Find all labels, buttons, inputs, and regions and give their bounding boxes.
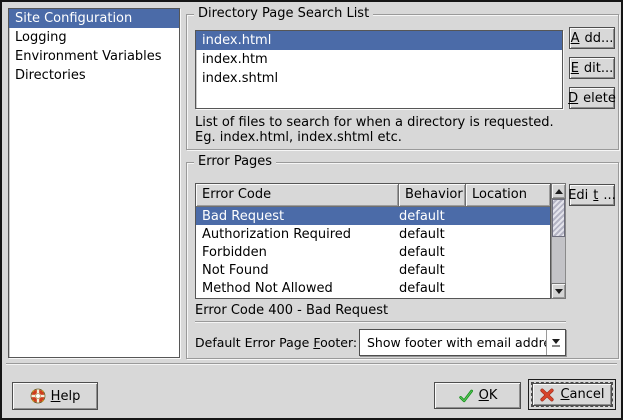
combobox-selected-value: Show footer with email address	[360, 335, 546, 350]
column-header-error-code[interactable]: Error Code	[196, 184, 399, 207]
file-list-description: List of files to search for when a direc…	[195, 115, 554, 145]
dropdown-arrow-icon	[546, 330, 565, 355]
category-list: Site Configuration Logging Environment V…	[8, 8, 180, 358]
help-lifebuoy-icon	[30, 388, 46, 404]
file-item-index-shtml[interactable]: index.shtml	[196, 69, 562, 88]
sidebar-item-directories[interactable]: Directories	[9, 66, 179, 85]
footer-label: Default Error Page Footer:	[195, 329, 357, 356]
scroll-up-arrow-icon	[555, 189, 563, 194]
delete-button[interactable]: Delete	[569, 87, 615, 109]
table-row-method-not-allowed[interactable]: Method Not Allowed default	[196, 280, 550, 298]
error-code-status-text: Error Code 400 - Bad Request	[195, 303, 388, 318]
edit-button[interactable]: Edit...	[569, 57, 615, 79]
cell-behavior: default	[399, 245, 466, 260]
cell-behavior: default	[399, 263, 466, 278]
apache-configuration-dialog: Site Configuration Logging Environment V…	[0, 0, 623, 420]
help-button[interactable]: Help	[12, 382, 98, 410]
directory-file-list: index.html index.htm index.shtml	[195, 30, 563, 109]
sidebar-item-logging[interactable]: Logging	[9, 28, 179, 47]
separator	[6, 363, 617, 365]
edit-error-page-button[interactable]: Edit...	[569, 184, 615, 206]
cell-behavior: default	[399, 281, 466, 296]
scrollbar-thumb[interactable]	[552, 199, 565, 237]
cell-behavior: default	[399, 227, 466, 242]
scroll-down-button[interactable]	[551, 283, 566, 299]
cell-behavior: default	[399, 209, 466, 224]
cancel-x-icon	[539, 387, 555, 403]
table-row-forbidden[interactable]: Forbidden default	[196, 243, 550, 261]
sidebar-item-environment-variables[interactable]: Environment Variables	[9, 47, 179, 66]
footer-combobox[interactable]: Show footer with email address	[359, 329, 566, 356]
cell-error-code: Authorization Required	[196, 227, 399, 242]
table-body: Bad Request default Authorization Requir…	[196, 207, 550, 298]
vertical-scrollbar[interactable]	[551, 183, 566, 299]
table-row-bad-request[interactable]: Bad Request default	[196, 207, 550, 225]
scrollbar-track[interactable]	[551, 199, 566, 283]
file-item-index-html[interactable]: index.html	[196, 31, 562, 50]
error-pages-frame: Error Pages Error Code Behavior Location…	[186, 162, 619, 359]
ok-button[interactable]: OK	[434, 382, 521, 409]
default-button-frame: Cancel	[528, 379, 616, 410]
cell-error-code: Forbidden	[196, 245, 399, 260]
separator	[195, 321, 566, 323]
add-button[interactable]: Add...	[569, 27, 615, 49]
description-line-1: List of files to search for when a direc…	[195, 115, 554, 130]
scroll-down-arrow-icon	[555, 289, 563, 294]
table-row-not-found[interactable]: Not Found default	[196, 262, 550, 280]
cell-error-code: Not Found	[196, 263, 399, 278]
error-pages-table: Error Code Behavior Location Bad Request…	[195, 183, 566, 299]
help-button-label: Help	[51, 389, 81, 404]
cell-error-code: Bad Request	[196, 209, 399, 224]
file-item-index-htm[interactable]: index.htm	[196, 50, 562, 69]
cancel-button-label: Cancel	[560, 387, 604, 402]
table-header-row: Error Code Behavior Location	[196, 184, 550, 207]
frame-title: Error Pages	[194, 154, 276, 170]
error-table-grid: Error Code Behavior Location Bad Request…	[195, 183, 551, 299]
scroll-up-button[interactable]	[551, 183, 566, 199]
cancel-button[interactable]: Cancel	[532, 383, 612, 406]
column-header-behavior[interactable]: Behavior	[399, 184, 466, 207]
cell-error-code: Method Not Allowed	[196, 281, 399, 296]
ok-check-icon	[458, 388, 474, 404]
column-header-location[interactable]: Location	[466, 184, 550, 207]
sidebar-item-site-configuration[interactable]: Site Configuration	[9, 9, 179, 28]
directory-page-search-frame: Directory Page Search List index.html in…	[186, 14, 619, 150]
description-line-2: Eg. index.html, index.shtml etc.	[195, 130, 554, 145]
ok-button-label: OK	[479, 388, 498, 403]
table-row-authorization-required[interactable]: Authorization Required default	[196, 225, 550, 243]
frame-title: Directory Page Search List	[194, 6, 373, 22]
